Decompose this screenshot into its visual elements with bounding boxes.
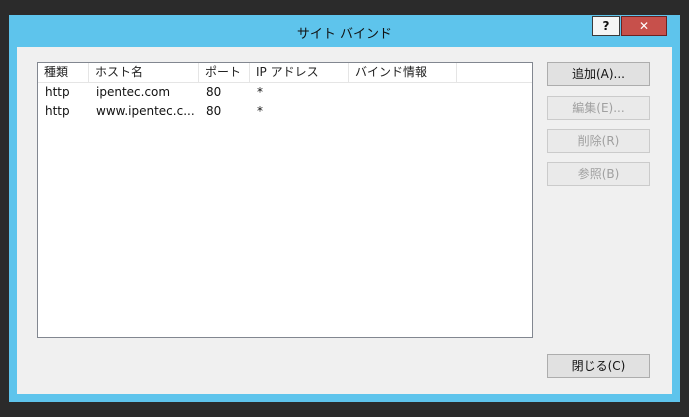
cell-host: ipentec.com (96, 85, 171, 99)
close-button[interactable]: 閉じる(C) (547, 354, 650, 378)
column-header-ip[interactable]: IP アドレス (250, 63, 349, 82)
cell-port: 80 (206, 104, 222, 118)
table-row[interactable]: http www.ipentec.c... 80 * (38, 102, 532, 121)
cell-ip: * (257, 104, 263, 118)
add-button[interactable]: 追加(A)... (547, 62, 650, 86)
bindings-list[interactable]: 種類 ホスト名 ポート IP アドレス バインド情報 http ipentec.… (37, 62, 533, 338)
close-window-button[interactable]: ✕ (621, 16, 667, 36)
column-header-binding[interactable]: バインド情報 (349, 63, 457, 82)
cell-binding (349, 102, 457, 121)
cell-type: http (45, 85, 70, 99)
column-header-host[interactable]: ホスト名 (89, 63, 199, 82)
column-header-port[interactable]: ポート (199, 63, 250, 82)
cell-type: http (45, 104, 70, 118)
dialog-title: サイト バインド (296, 27, 393, 42)
cell-port: 80 (206, 85, 222, 99)
cell-binding (349, 83, 457, 102)
edit-button[interactable]: 編集(E)... (547, 96, 650, 120)
cell-host: www.ipentec.c... (96, 104, 195, 118)
site-bindings-dialog: サイト バインド ? ✕ 種類 ホスト名 ポート IP アドレス バインド情報 … (9, 15, 680, 402)
close-icon: ✕ (638, 19, 650, 33)
dialog-body: 種類 ホスト名 ポート IP アドレス バインド情報 http ipentec.… (17, 47, 672, 394)
delete-button[interactable]: 削除(R) (547, 129, 650, 153)
cell-ip: * (257, 85, 263, 99)
column-header-type[interactable]: 種類 (38, 63, 89, 82)
help-button[interactable]: ? (592, 16, 620, 36)
title-bar[interactable]: サイト バインド ? ✕ (9, 15, 680, 47)
list-header: 種類 ホスト名 ポート IP アドレス バインド情報 (38, 63, 532, 83)
browse-button[interactable]: 参照(B) (547, 162, 650, 186)
table-row[interactable]: http ipentec.com 80 * (38, 83, 532, 102)
